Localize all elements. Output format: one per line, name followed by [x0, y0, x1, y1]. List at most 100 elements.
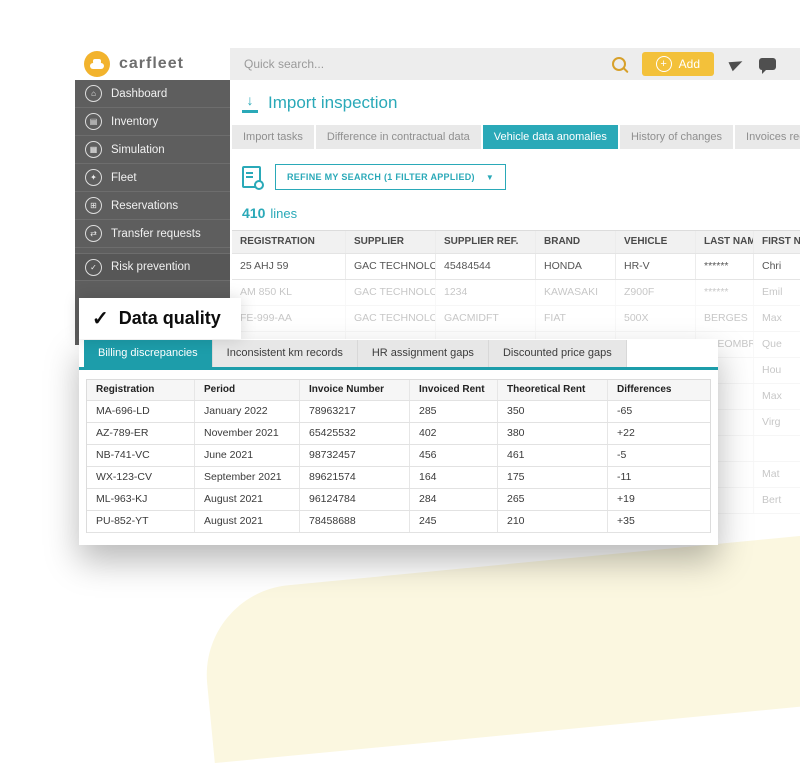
cell: 284 — [410, 489, 498, 510]
sidebar-item-label: Simulation — [111, 144, 165, 156]
cell: WX-123-CV — [87, 467, 195, 488]
col-period[interactable]: Period — [195, 380, 300, 400]
send-paper-plane-icon[interactable] — [728, 57, 744, 72]
col-registration[interactable]: REGISTRATION — [232, 231, 346, 253]
col-vehicle[interactable]: VEHICLE — [616, 231, 696, 253]
quick-search-input[interactable] — [242, 56, 600, 72]
chevron-down-icon: ▼ — [486, 173, 494, 182]
simulation-icon: ▦ — [85, 141, 102, 158]
cell: Max — [754, 384, 800, 409]
sidebar-item-inventory[interactable]: ▤ Inventory — [75, 108, 230, 136]
col-theoretical-rent[interactable]: Theoretical Rent — [498, 380, 608, 400]
cell: 265 — [498, 489, 608, 510]
chat-bubble-icon[interactable] — [759, 58, 776, 70]
accent-divider — [79, 367, 718, 370]
col-supplier[interactable]: SUPPLIER — [346, 231, 436, 253]
tab-vehicle-data-anomalies[interactable]: Vehicle data anomalies — [483, 125, 618, 149]
sidebar-item-risk-prevention[interactable]: ✓ Risk prevention — [75, 253, 230, 281]
col-invoice-number[interactable]: Invoice Number — [300, 380, 410, 400]
transfer-icon: ⇄ — [85, 225, 102, 242]
main-tabs: Import tasks Difference in contractual d… — [232, 125, 800, 149]
tab-billing-discrepancies[interactable]: Billing discrepancies — [84, 340, 213, 367]
tab-hr-assignment-gaps[interactable]: HR assignment gaps — [358, 340, 489, 367]
col-registration[interactable]: Registration — [87, 380, 195, 400]
cell: ML-963-KJ — [87, 489, 195, 510]
col-brand[interactable]: BRAND — [536, 231, 616, 253]
cell — [754, 436, 800, 461]
cell: 164 — [410, 467, 498, 488]
sidebar-item-label: Fleet — [111, 172, 137, 184]
cell: ****** — [696, 280, 754, 305]
cell: Max — [754, 306, 800, 331]
tab-history-of-changes[interactable]: History of changes — [620, 125, 733, 149]
col-supplier-ref[interactable]: SUPPLIER REF. — [436, 231, 536, 253]
fleet-icon: ✦ — [85, 169, 102, 186]
cell: 245 — [410, 511, 498, 532]
cell: HONDA — [536, 254, 616, 279]
sidebar-item-label: Transfer requests — [111, 228, 201, 240]
col-first-name[interactable]: FIRST NAME — [754, 231, 800, 253]
cell: 96124784 — [300, 489, 410, 510]
cell: 25 AHJ 59 — [232, 254, 346, 279]
cell: 98732457 — [300, 445, 410, 466]
cell: BERGES — [696, 306, 754, 331]
cell: 89621574 — [300, 467, 410, 488]
sidebar-item-simulation[interactable]: ▦ Simulation — [75, 136, 230, 164]
topbar: carfleet + Add — [75, 48, 800, 80]
cell: -65 — [608, 401, 710, 422]
inventory-icon: ▤ — [85, 113, 102, 130]
data-quality-tabs: Billing discrepancies Inconsistent km re… — [79, 339, 718, 367]
table-row[interactable]: WX-123-CV September 2021 89621574 164 17… — [87, 467, 710, 489]
sidebar-item-transfer-requests[interactable]: ⇄ Transfer requests — [75, 220, 230, 248]
refine-search-button[interactable]: REFINE MY SEARCH (1 FILTER APPLIED) ▼ — [275, 164, 506, 190]
tab-invoices-receivable[interactable]: Invoices receivable — [735, 125, 800, 149]
page-title: Import inspection — [268, 93, 397, 113]
cell: June 2021 — [195, 445, 300, 466]
cell: PU-852-YT — [87, 511, 195, 532]
cell: FE-999-AA — [232, 306, 346, 331]
cell: GAC TECHNOLOGY — [346, 254, 436, 279]
cell: -5 — [608, 445, 710, 466]
cell: 350 — [498, 401, 608, 422]
table-row[interactable]: FE-999-AA GAC TECHNOLOGY GACMIDFT FIAT 5… — [232, 306, 800, 332]
col-differences[interactable]: Differences — [608, 380, 710, 400]
table-row[interactable]: PU-852-YT August 2021 78458688 245 210 +… — [87, 511, 710, 533]
table-row[interactable]: 25 AHJ 59 GAC TECHNOLOGY 45484544 HONDA … — [232, 254, 800, 280]
results-count: 410lines — [242, 205, 800, 221]
col-last-name[interactable]: LAST NAME — [696, 231, 754, 253]
tab-inconsistent-km-records[interactable]: Inconsistent km records — [213, 340, 358, 367]
table-header-row: REGISTRATION SUPPLIER SUPPLIER REF. BRAN… — [232, 231, 800, 254]
cell: 65425532 — [300, 423, 410, 444]
add-button[interactable]: + Add — [642, 52, 714, 76]
topbar-search-zone: + Add — [230, 48, 800, 80]
sidebar-item-reservations[interactable]: ⊞ Reservations — [75, 192, 230, 220]
table-row[interactable]: MA-696-LD January 2022 78963217 285 350 … — [87, 401, 710, 423]
table-row[interactable]: ML-963-KJ August 2021 96124784 284 265 +… — [87, 489, 710, 511]
plus-icon: + — [656, 56, 672, 72]
cell: ****** — [696, 254, 754, 279]
tab-difference-contractual-data[interactable]: Difference in contractual data — [316, 125, 481, 149]
tab-import-tasks[interactable]: Import tasks — [232, 125, 314, 149]
table-row[interactable]: AZ-789-ER November 2021 65425532 402 380… — [87, 423, 710, 445]
cell: AZ-789-ER — [87, 423, 195, 444]
cell: 78458688 — [300, 511, 410, 532]
check-icon: ✓ — [92, 309, 109, 329]
table-header-row: Registration Period Invoice Number Invoi… — [87, 380, 710, 401]
col-invoiced-rent[interactable]: Invoiced Rent — [410, 380, 498, 400]
cell: 456 — [410, 445, 498, 466]
import-download-icon: ↓ — [242, 94, 258, 113]
document-search-icon[interactable] — [242, 166, 261, 188]
sidebar-item-fleet[interactable]: ✦ Fleet — [75, 164, 230, 192]
table-row[interactable]: NB-741-VC June 2021 98732457 456 461 -5 — [87, 445, 710, 467]
cell: GAC TECHNOLOGY — [346, 306, 436, 331]
table-row[interactable]: AM 850 KL GAC TECHNOLOGY 1234 KAWASAKI Z… — [232, 280, 800, 306]
cell: Hou — [754, 358, 800, 383]
sidebar-item-dashboard[interactable]: ⌂ Dashboard — [75, 80, 230, 108]
cell: KAWASAKI — [536, 280, 616, 305]
cell: 500X — [616, 306, 696, 331]
brand-name: carfleet — [119, 55, 184, 73]
search-icon[interactable] — [612, 57, 626, 71]
cell: 380 — [498, 423, 608, 444]
cell: +22 — [608, 423, 710, 444]
tab-discounted-price-gaps[interactable]: Discounted price gaps — [489, 340, 627, 367]
